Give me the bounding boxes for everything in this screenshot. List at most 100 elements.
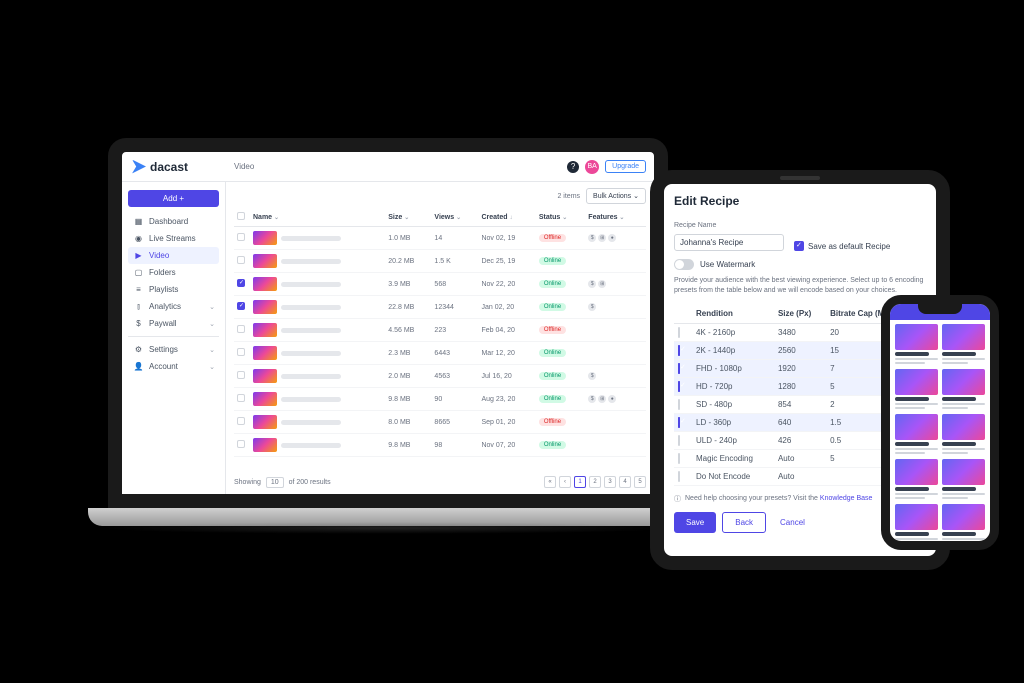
- feature-icon: $: [588, 372, 596, 380]
- avatar[interactable]: BA: [585, 160, 599, 174]
- table-row[interactable]: 2.0 MB 4563 Jul 16, 20 Online $: [234, 365, 646, 388]
- cell-rendition: 4K - 2160p: [692, 323, 774, 341]
- table-row[interactable]: 9.8 MB 98 Nov 07, 20 Online: [234, 434, 646, 457]
- add-button[interactable]: Add +: [128, 190, 219, 207]
- table-row[interactable]: 20.2 MB 1.5 K Dec 25, 19 Online: [234, 250, 646, 273]
- per-page-select[interactable]: 10: [266, 477, 284, 488]
- rendition-checkbox[interactable]: [678, 435, 680, 446]
- content-card[interactable]: [895, 369, 938, 409]
- row-checkbox[interactable]: [237, 394, 245, 402]
- card-row: [895, 504, 985, 544]
- table-row[interactable]: 22.8 MB 12344 Jan 02, 20 Online $: [234, 296, 646, 319]
- sidebar-item-live-streams[interactable]: ◉Live Streams: [128, 230, 219, 247]
- select-all-checkbox[interactable]: [237, 212, 245, 220]
- rendition-checkbox[interactable]: [678, 327, 680, 338]
- page-3[interactable]: 3: [604, 476, 616, 488]
- sidebar-item-playlists[interactable]: ≡Playlists: [128, 281, 219, 298]
- cell-rendition: HD - 720p: [692, 377, 774, 395]
- sidebar-item-label: Account: [149, 362, 178, 371]
- sidebar-item-settings[interactable]: ⚙Settings⌄: [128, 341, 219, 358]
- content-card[interactable]: [895, 414, 938, 454]
- row-checkbox[interactable]: [237, 279, 245, 287]
- grid-icon: ▦: [134, 217, 143, 226]
- rendition-checkbox[interactable]: [678, 471, 680, 482]
- content-card[interactable]: [942, 369, 985, 409]
- table-row[interactable]: 2.3 MB 6443 Mar 12, 20 Online: [234, 342, 646, 365]
- cancel-button[interactable]: Cancel: [772, 512, 813, 533]
- content-card[interactable]: [895, 504, 938, 544]
- rendition-checkbox[interactable]: [678, 381, 680, 392]
- rendition-checkbox[interactable]: [678, 453, 680, 464]
- row-checkbox[interactable]: [237, 348, 245, 356]
- list-icon: ≡: [134, 285, 143, 294]
- upgrade-button[interactable]: Upgrade: [605, 160, 646, 173]
- table-row[interactable]: 4.56 MB 223 Feb 04, 20 Offline: [234, 319, 646, 342]
- video-name-placeholder: [281, 236, 341, 241]
- table-row[interactable]: 3.9 MB 568 Nov 22, 20 Online $⊞: [234, 273, 646, 296]
- help-icon[interactable]: ?: [567, 161, 579, 173]
- card-title-placeholder: [895, 352, 929, 356]
- table-row[interactable]: 9.8 MB 90 Aug 23, 20 Online $⊞●: [234, 388, 646, 411]
- page-2[interactable]: 2: [589, 476, 601, 488]
- row-checkbox[interactable]: [237, 417, 245, 425]
- recipe-name-input[interactable]: [674, 234, 784, 251]
- sidebar-item-dashboard[interactable]: ▦Dashboard: [128, 213, 219, 230]
- content-card[interactable]: [942, 459, 985, 499]
- save-button[interactable]: Save: [674, 512, 716, 533]
- feature-icon: ●: [608, 234, 616, 242]
- feature-icon: ⊞: [598, 395, 606, 403]
- sidebar-item-account[interactable]: 👤Account⌄: [128, 358, 219, 375]
- default-recipe-checkbox[interactable]: Save as default Recipe: [794, 241, 890, 251]
- checkbox-icon: [794, 241, 804, 251]
- column-size[interactable]: Size ⌄: [385, 208, 431, 227]
- rendition-checkbox[interactable]: [678, 417, 680, 428]
- row-checkbox[interactable]: [237, 256, 245, 264]
- row-checkbox[interactable]: [237, 302, 245, 310]
- cell-features: [585, 250, 646, 273]
- rendition-col: Size (Px): [774, 304, 826, 324]
- sidebar-item-video[interactable]: ▶Video: [128, 247, 219, 264]
- cell-views: 8665: [431, 411, 478, 434]
- page-first[interactable]: «: [544, 476, 556, 488]
- table-row[interactable]: 8.0 MB 8665 Sep 01, 20 Offline: [234, 411, 646, 434]
- column-name[interactable]: Name ⌄: [250, 208, 385, 227]
- row-checkbox[interactable]: [237, 371, 245, 379]
- bulk-actions-button[interactable]: Bulk Actions ⌄: [586, 188, 646, 204]
- rendition-checkbox[interactable]: [678, 399, 680, 410]
- back-button[interactable]: Back: [722, 512, 766, 533]
- cell-features: [585, 411, 646, 434]
- cell-size-px: 426: [774, 431, 826, 449]
- watermark-toggle[interactable]: [674, 259, 694, 270]
- cell-created: Jan 02, 20: [478, 296, 535, 319]
- page-1[interactable]: 1: [574, 476, 586, 488]
- column-views[interactable]: Views ⌄: [431, 208, 478, 227]
- rendition-checkbox[interactable]: [678, 345, 680, 356]
- sidebar-item-analytics[interactable]: ⫾Analytics⌄: [128, 298, 219, 315]
- rendition-checkbox[interactable]: [678, 363, 680, 374]
- tablet-camera: [780, 176, 820, 180]
- sidebar-item-paywall[interactable]: $Paywall⌄: [128, 315, 219, 332]
- row-checkbox[interactable]: [237, 233, 245, 241]
- content-card[interactable]: [942, 414, 985, 454]
- cell-created: Nov 07, 20: [478, 434, 535, 457]
- status-badge: Offline: [539, 418, 566, 426]
- row-checkbox[interactable]: [237, 325, 245, 333]
- content-card[interactable]: [895, 459, 938, 499]
- video-thumbnail: [253, 254, 277, 268]
- table-row[interactable]: 1.0 MB 14 Nov 02, 19 Offline $⊞●: [234, 227, 646, 250]
- info-icon: ⓘ: [674, 494, 681, 504]
- column-status[interactable]: Status ⌄: [536, 208, 585, 227]
- content-card[interactable]: [895, 324, 938, 364]
- content-card[interactable]: [942, 324, 985, 364]
- page-prev[interactable]: ‹: [559, 476, 571, 488]
- column-features[interactable]: Features ⌄: [585, 208, 646, 227]
- page-4[interactable]: 4: [619, 476, 631, 488]
- knowledge-base-link[interactable]: Knowledge Base: [820, 495, 873, 502]
- card-thumbnail: [942, 369, 985, 395]
- sidebar-item-folders[interactable]: ▢Folders: [128, 264, 219, 281]
- content-card[interactable]: [942, 504, 985, 544]
- page-5[interactable]: 5: [634, 476, 646, 488]
- row-checkbox[interactable]: [237, 440, 245, 448]
- logo[interactable]: dacast: [122, 160, 226, 174]
- column-created[interactable]: Created ↓: [478, 208, 535, 227]
